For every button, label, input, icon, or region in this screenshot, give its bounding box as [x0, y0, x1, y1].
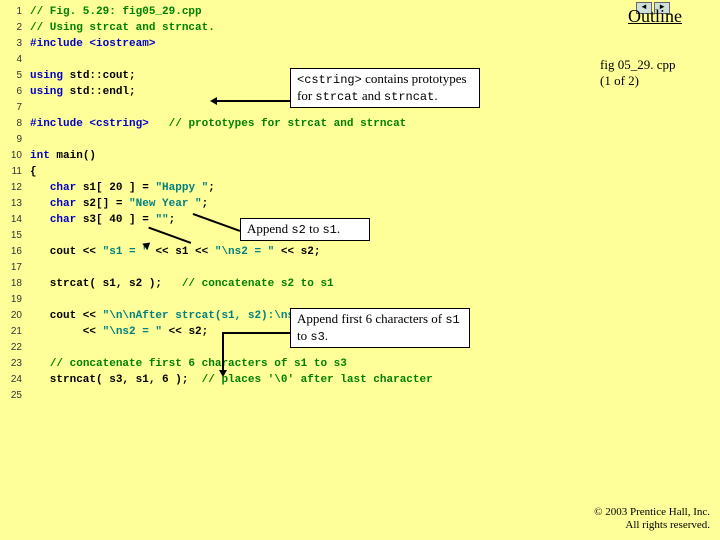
- code-line: 24 strncat( s3, s1, 6 ); // places '\0' …: [0, 372, 600, 388]
- code-line: 8#include <cstring> // prototypes for st…: [0, 116, 600, 132]
- outline-title: Outline: [600, 6, 710, 27]
- code-line: 2// Using strcat and strncat.: [0, 20, 600, 36]
- line-number: 14: [0, 212, 30, 228]
- line-number: 25: [0, 388, 30, 404]
- copyright-line: © 2003 Prentice Hall, Inc.: [594, 506, 710, 519]
- callout-cstring: <cstring> contains prototypes for strcat…: [290, 68, 480, 108]
- line-number: 17: [0, 260, 30, 276]
- line-number: 2: [0, 20, 30, 36]
- code-line: 1// Fig. 5.29: fig05_29.cpp: [0, 4, 600, 20]
- code-content: char s3[ 40 ] = "";: [30, 212, 175, 228]
- line-number: 13: [0, 196, 30, 212]
- line-number: 18: [0, 276, 30, 292]
- line-number: 12: [0, 180, 30, 196]
- code-line: 13 char s2[] = "New Year ";: [0, 196, 600, 212]
- line-number: 24: [0, 372, 30, 388]
- line-number: 19: [0, 292, 30, 308]
- callout-append-s2: Append s2 to s1.: [240, 218, 370, 241]
- code-line: 25: [0, 388, 600, 404]
- line-number: 1: [0, 4, 30, 20]
- line-number: 22: [0, 340, 30, 356]
- code-line: 12 char s1[ 20 ] = "Happy ";: [0, 180, 600, 196]
- code-line: 9: [0, 132, 600, 148]
- line-number: 8: [0, 116, 30, 132]
- code-content: strncat( s3, s1, 6 ); // places '\0' aft…: [30, 372, 433, 388]
- line-number: 11: [0, 164, 30, 180]
- file-info: fig 05_29. cpp (1 of 2): [600, 57, 710, 90]
- file-part: (1 of 2): [600, 73, 710, 89]
- code-content: int main(): [30, 148, 96, 164]
- arrow-head-icon: [210, 97, 217, 105]
- code-content: << "\ns2 = " << s2;: [30, 324, 208, 340]
- code-line: 23 // concatenate first 6 characters of …: [0, 356, 600, 372]
- code-line: 16 cout << "s1 = " << s1 << "\ns2 = " <<…: [0, 244, 600, 260]
- line-number: 9: [0, 132, 30, 148]
- line-number: 10: [0, 148, 30, 164]
- code-line: 4: [0, 52, 600, 68]
- callout-append-6chars: Append first 6 characters of s1 to s3.: [290, 308, 470, 348]
- code-content: strcat( s1, s2 ); // concatenate s2 to s…: [30, 276, 334, 292]
- callout-token: <cstring>: [297, 73, 362, 87]
- line-number: 5: [0, 68, 30, 84]
- code-content: char s2[] = "New Year ";: [30, 196, 208, 212]
- code-content: // Fig. 5.29: fig05_29.cpp: [30, 4, 202, 20]
- code-line: 17: [0, 260, 600, 276]
- code-content: // Using strcat and strncat.: [30, 20, 215, 36]
- file-name: fig 05_29. cpp: [600, 57, 710, 73]
- code-line: 19: [0, 292, 600, 308]
- code-content: {: [30, 164, 37, 180]
- code-content: using std::cout;: [30, 68, 136, 84]
- line-number: 3: [0, 36, 30, 52]
- callout-arrow: [222, 332, 290, 334]
- line-number: 23: [0, 356, 30, 372]
- code-line: 3#include <iostream>: [0, 36, 600, 52]
- code-content: using std::endl;: [30, 84, 136, 100]
- line-number: 21: [0, 324, 30, 340]
- code-line: 10int main(): [0, 148, 600, 164]
- code-content: cout << "s1 = " << s1 << "\ns2 = " << s2…: [30, 244, 321, 260]
- sidebar: Outline fig 05_29. cpp (1 of 2): [600, 6, 710, 90]
- callout-arrow: [216, 100, 290, 102]
- line-number: 7: [0, 100, 30, 116]
- copyright-line: All rights reserved.: [594, 519, 710, 532]
- line-number: 16: [0, 244, 30, 260]
- code-line: 18 strcat( s1, s2 ); // concatenate s2 t…: [0, 276, 600, 292]
- line-number: 20: [0, 308, 30, 324]
- copyright: © 2003 Prentice Hall, Inc. All rights re…: [594, 506, 710, 532]
- line-number: 15: [0, 228, 30, 244]
- callout-arrow: [222, 332, 224, 372]
- code-content: char s1[ 20 ] = "Happy ";: [30, 180, 215, 196]
- line-number: 6: [0, 84, 30, 100]
- code-content: #include <cstring> // prototypes for str…: [30, 116, 406, 132]
- code-line: 11{: [0, 164, 600, 180]
- arrow-head-icon: [219, 370, 227, 377]
- code-content: #include <iostream>: [30, 36, 155, 52]
- line-number: 4: [0, 52, 30, 68]
- code-content: // concatenate first 6 characters of s1 …: [30, 356, 347, 372]
